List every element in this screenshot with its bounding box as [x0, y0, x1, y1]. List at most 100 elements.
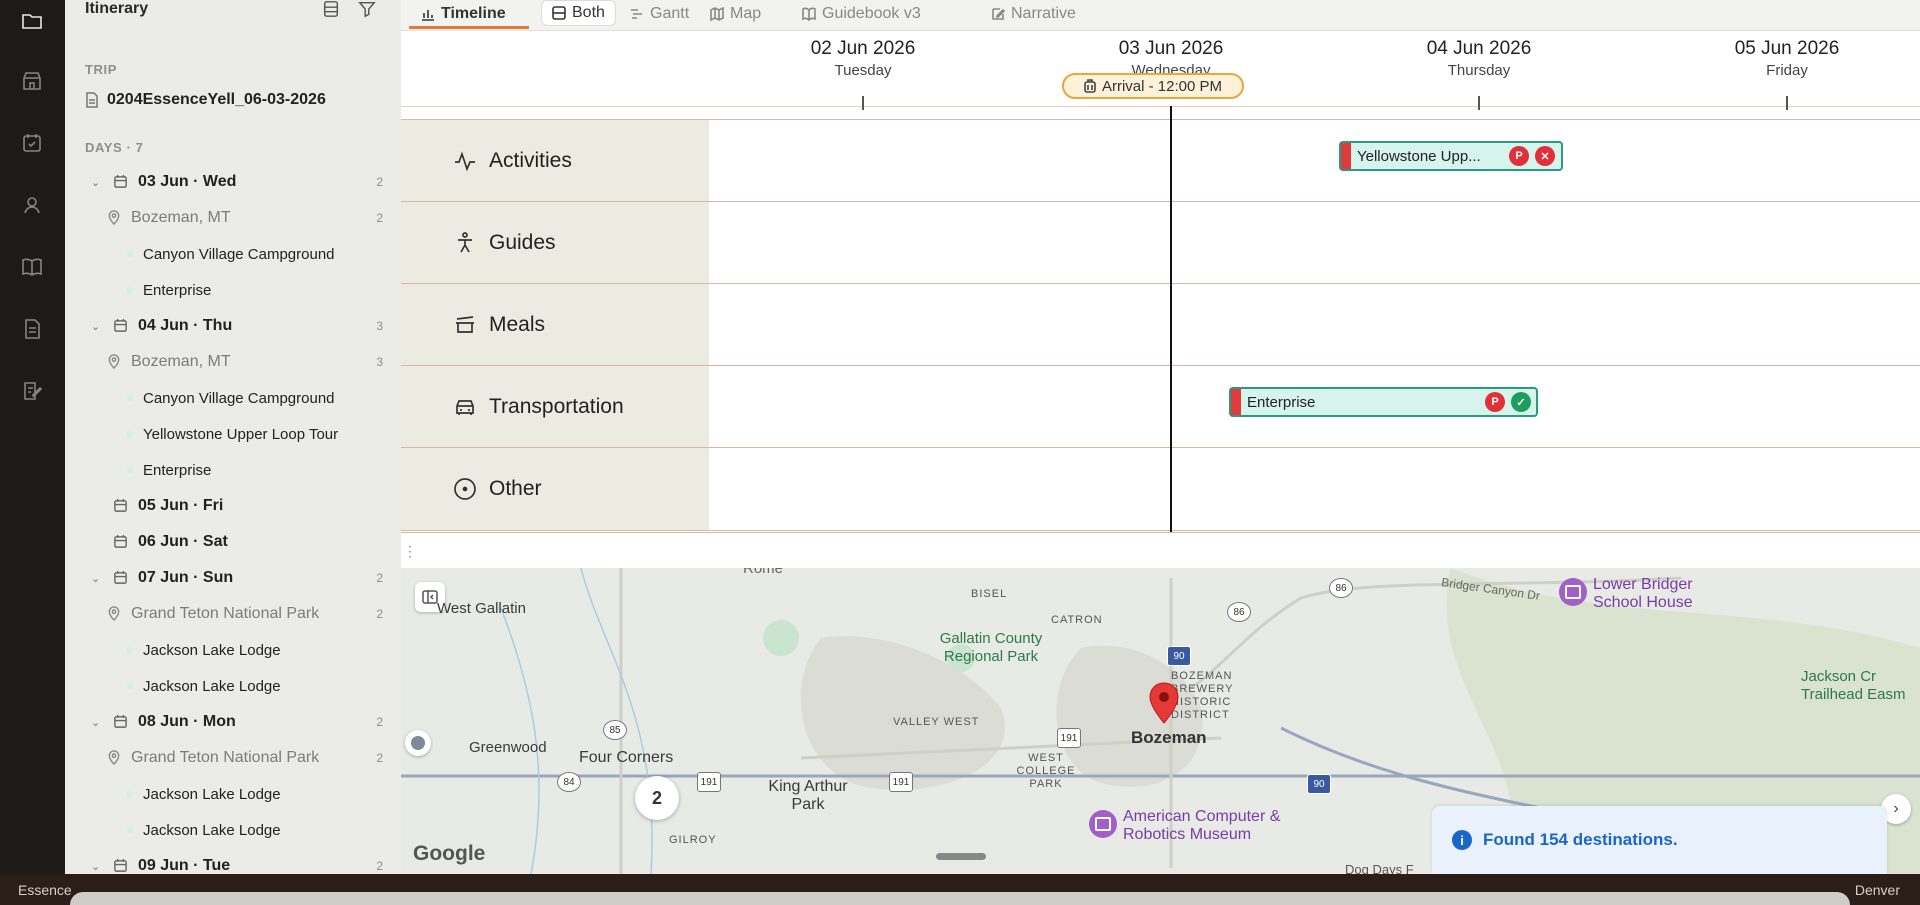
lane-title: Transportation	[489, 395, 624, 418]
item-label: Yellowstone Upper Loop Tour	[143, 425, 339, 443]
tab-narrative[interactable]: Narrative	[991, 0, 1076, 28]
map-label: WEST COLLEGE PARK	[1016, 752, 1076, 790]
chevron-down-icon[interactable]: ⌄	[91, 572, 100, 585]
sidebar-item[interactable]: Jackson Lake Lodge	[65, 635, 401, 665]
tab-guidebook[interactable]: Guidebook v3	[802, 0, 921, 28]
sidebar-location[interactable]: Bozeman, MT 3	[65, 347, 401, 377]
day-count: 3	[376, 319, 383, 333]
trip-file[interactable]: 0204EssenceYell_06-03-2026	[85, 91, 326, 109]
school-pin-icon[interactable]	[1559, 578, 1587, 606]
lane-meals: Meals	[401, 283, 1920, 366]
event-enterprise[interactable]: Enterprise P ✓	[1229, 387, 1538, 417]
sidebar-day[interactable]: 06 Jun · Sat	[65, 527, 401, 557]
location-marker-icon[interactable]	[1146, 681, 1182, 725]
tab-timeline[interactable]: Timeline	[421, 0, 506, 28]
arrival-marker[interactable]: Arrival - 12:00 PM	[1062, 73, 1244, 99]
tab-map[interactable]: Map	[710, 0, 761, 28]
app-rail	[0, 0, 65, 874]
sidebar-day[interactable]: ⌄ 03 Jun · Wed 2	[65, 167, 401, 197]
item-dot	[126, 466, 133, 474]
filter-icon[interactable]	[358, 0, 378, 18]
confirmed-icon: ✓	[1511, 392, 1531, 412]
date-tick	[862, 96, 864, 110]
user-location-icon[interactable]	[17, 190, 47, 220]
map-label: VALLEY WEST	[893, 716, 980, 728]
chevron-down-icon[interactable]: ⌄	[91, 716, 100, 729]
sidebar-item[interactable]: Canyon Village Campground	[65, 239, 401, 269]
folder-icon[interactable]	[17, 6, 47, 36]
street-view-icon[interactable]	[405, 730, 431, 756]
edit-note-icon[interactable]	[17, 376, 47, 406]
location-count: 2	[376, 211, 383, 225]
interstate-shield: 90	[1307, 774, 1331, 794]
drag-handle-icon[interactable]: ⋮	[403, 543, 417, 560]
chevron-down-icon[interactable]: ⌄	[91, 860, 100, 873]
payment-badge: P	[1509, 146, 1529, 166]
map-view[interactable]: West Gallatin Rome BISEL CATRON Gallatin…	[401, 568, 1920, 874]
museum-pin-icon[interactable]	[1089, 810, 1117, 838]
status-left: Essence	[18, 882, 72, 898]
panel-splitter[interactable]: ⋮	[401, 532, 1920, 569]
event-yellowstone-tour[interactable]: Yellowstone Upp... P ✕	[1339, 141, 1563, 171]
book-open-icon	[802, 7, 816, 21]
file-icon	[86, 92, 98, 108]
route-shield: 85	[603, 720, 627, 740]
resize-handle[interactable]	[936, 853, 986, 860]
calendar-icon	[113, 714, 129, 730]
tab-both[interactable]: Both	[541, 0, 616, 26]
sidebar-day[interactable]: ⌄ 09 Jun · Tue 2	[65, 851, 401, 874]
document-icon[interactable]	[17, 314, 47, 344]
calendar-check-icon[interactable]	[17, 128, 47, 158]
sidebar-day[interactable]: ⌄ 08 Jun · Mon 2	[65, 707, 401, 737]
sidebar-location[interactable]: Grand Teton National Park 2	[65, 599, 401, 629]
map-label: Rome	[743, 568, 784, 577]
calendar-icon	[113, 498, 129, 514]
sidebar-location[interactable]: Grand Teton National Park 2	[65, 743, 401, 773]
date-label: 03 Jun 2026	[1118, 38, 1224, 59]
map-pin-icon	[107, 354, 121, 370]
sidebar-item[interactable]: Jackson Lake Lodge	[65, 779, 401, 809]
sidebar-item[interactable]: Enterprise	[65, 455, 401, 485]
sidebar-item[interactable]: Yellowstone Upper Loop Tour	[65, 419, 401, 449]
location-count: 2	[376, 751, 383, 765]
list-view-icon[interactable]	[322, 0, 342, 18]
tab-gantt[interactable]: Gantt	[630, 0, 689, 28]
tab-both-label: Both	[572, 4, 605, 21]
lane-title: Guides	[489, 231, 556, 254]
sidebar-day[interactable]: ⌄ 07 Jun · Sun 2	[65, 563, 401, 593]
lane-transportation: Transportation	[401, 365, 1920, 448]
sidebar-item[interactable]: Enterprise	[65, 275, 401, 305]
day-count: 2	[376, 715, 383, 729]
sidebar-item[interactable]: Canyon Village Campground	[65, 383, 401, 413]
event-label: Enterprise	[1247, 393, 1316, 411]
map-label: Lower Bridger School House	[1593, 576, 1693, 611]
route-shield: 86	[1227, 602, 1251, 622]
day-label: 08 Jun · Mon	[138, 713, 236, 730]
item-label: Canyon Village Campground	[143, 245, 335, 263]
store-icon[interactable]	[17, 66, 47, 96]
sidebar-day[interactable]: 05 Jun · Fri	[65, 491, 401, 521]
calendar-icon	[113, 174, 129, 190]
destinations-toast: i Found 154 destinations.	[1432, 806, 1887, 874]
book-icon[interactable]	[17, 252, 47, 282]
lane-label: Transportation	[401, 366, 709, 448]
sidebar-item[interactable]: Jackson Lake Lodge	[65, 815, 401, 845]
map-pin-icon	[107, 210, 121, 226]
sidebar-item[interactable]: Jackson Lake Lodge	[65, 671, 401, 701]
luggage-icon	[1084, 79, 1096, 93]
sidebar-day[interactable]: ⌄ 04 Jun · Thu 3	[65, 311, 401, 341]
item-dot	[126, 790, 133, 798]
lane-label: Meals	[401, 284, 709, 366]
date-column: 02 Jun 2026 Tuesday	[763, 38, 963, 110]
chevron-down-icon[interactable]: ⌄	[91, 176, 100, 189]
sidebar-location[interactable]: Bozeman, MT 2	[65, 203, 401, 233]
day-count: 2	[376, 859, 383, 873]
map-cluster[interactable]: 2	[635, 776, 679, 820]
location-label: Bozeman, MT	[131, 353, 231, 370]
lane-label: Other	[401, 448, 709, 530]
lane-title: Other	[489, 477, 542, 500]
chevron-down-icon[interactable]: ⌄	[91, 320, 100, 333]
trip-name: 0204EssenceYell_06-03-2026	[107, 91, 326, 108]
item-label: Jackson Lake Lodge	[143, 641, 281, 659]
day-label: 04 Jun · Thu	[138, 317, 233, 334]
